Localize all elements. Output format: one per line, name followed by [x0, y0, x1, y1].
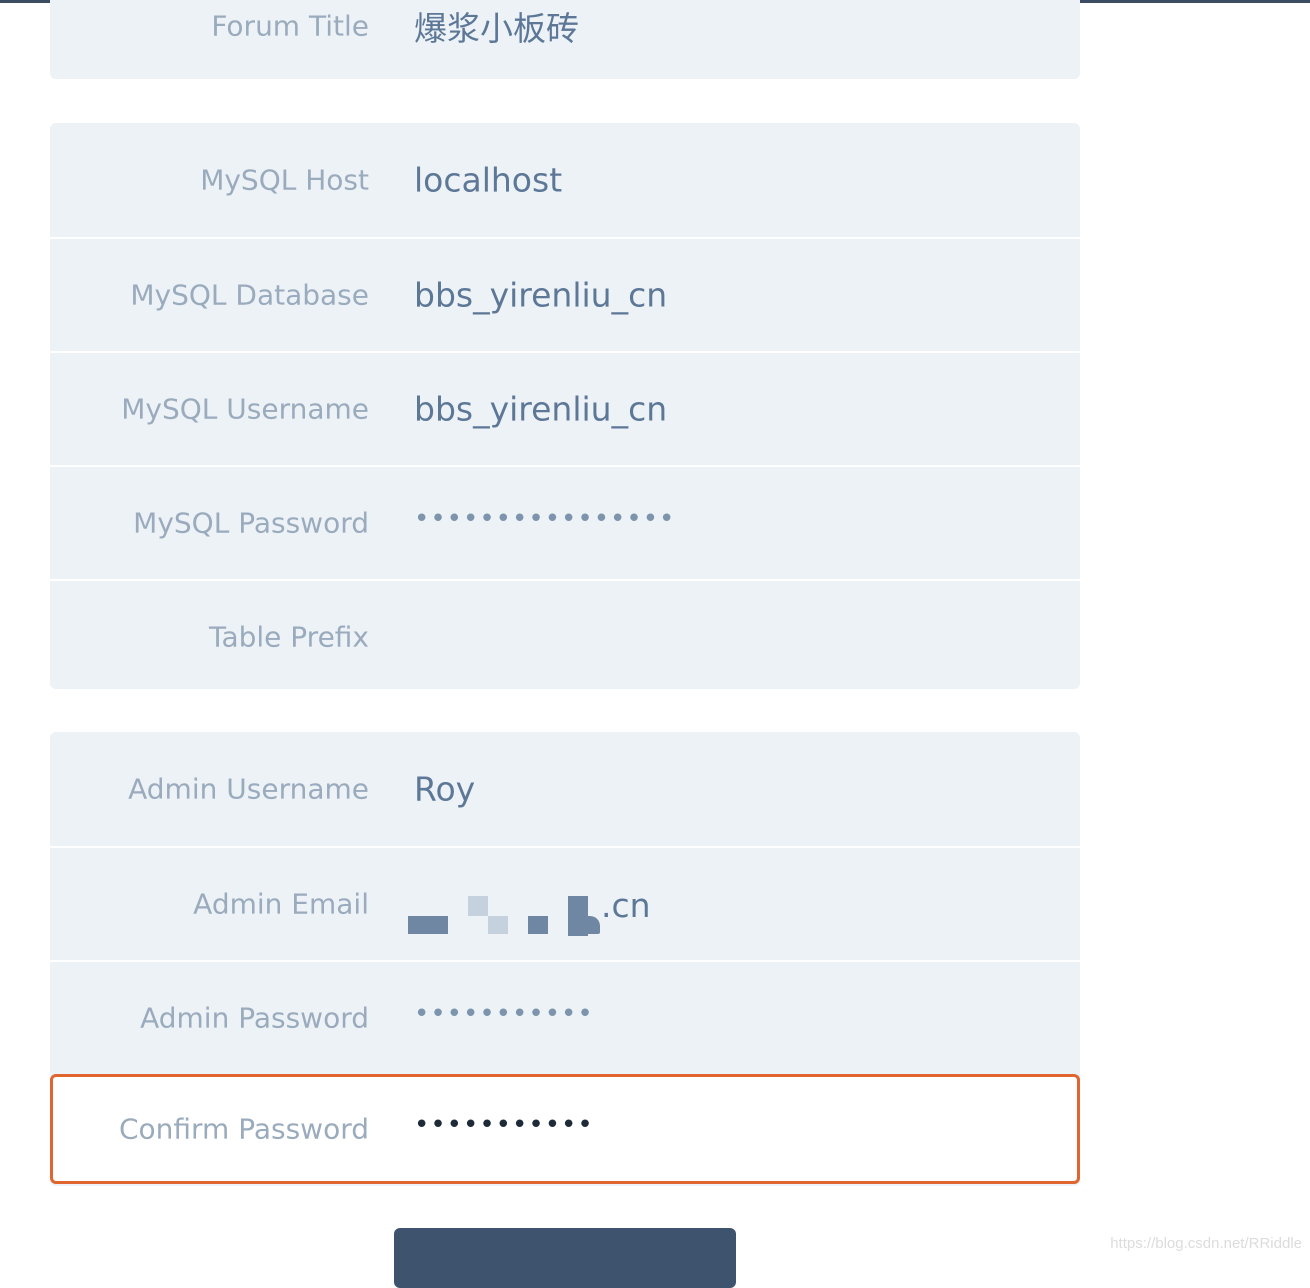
table-prefix-row: Table Prefix — [50, 579, 1080, 693]
mysql-section: MySQL Host localhost MySQL Database bbs_… — [50, 123, 1080, 689]
redaction-block — [588, 916, 600, 934]
mysql-username-row: MySQL Username bbs_yirenliu_cn — [50, 351, 1080, 465]
mysql-username-label: MySQL Username — [121, 392, 369, 426]
mysql-password-input[interactable]: •••••••••••••••• — [414, 504, 675, 534]
redaction-block — [528, 916, 548, 934]
admin-password-row: Admin Password ••••••••••• — [50, 960, 1080, 1074]
confirm-password-input[interactable]: ••••••••••• — [414, 1110, 594, 1140]
mysql-host-label: MySQL Host — [200, 163, 369, 197]
mysql-database-row: MySQL Database bbs_yirenliu_cn — [50, 237, 1080, 351]
confirm-password-row: Confirm Password ••••••••••• — [50, 1074, 1080, 1184]
forum-title-row: Forum Title 爆浆小板砖 — [50, 0, 1080, 79]
redaction-block — [488, 916, 508, 934]
forum-section: Forum Title 爆浆小板砖 — [50, 0, 1080, 79]
mysql-password-row: MySQL Password •••••••••••••••• — [50, 465, 1080, 579]
confirm-password-label: Confirm Password — [118, 1112, 369, 1146]
admin-email-input[interactable]: .cn — [407, 884, 667, 936]
redaction-block — [568, 896, 588, 936]
redaction-block — [408, 916, 448, 934]
install-button[interactable] — [394, 1228, 736, 1288]
admin-password-label: Admin Password — [140, 1001, 369, 1035]
admin-username-label: Admin Username — [128, 772, 369, 806]
admin-username-row: Admin Username Roy — [50, 732, 1080, 846]
mysql-database-label: MySQL Database — [130, 278, 369, 312]
watermark: https://blog.csdn.net/RRiddle — [1110, 1235, 1302, 1252]
mysql-host-input[interactable]: localhost — [414, 161, 562, 200]
table-prefix-label: Table Prefix — [208, 620, 369, 654]
admin-section: Admin Username Roy Admin Email .cn Admin… — [50, 732, 1080, 1186]
redaction-block — [468, 896, 488, 916]
admin-email-suffix: .cn — [601, 886, 651, 925]
admin-email-label: Admin Email — [193, 887, 369, 921]
admin-password-input[interactable]: ••••••••••• — [414, 999, 594, 1029]
mysql-username-input[interactable]: bbs_yirenliu_cn — [414, 390, 667, 429]
mysql-database-input[interactable]: bbs_yirenliu_cn — [414, 276, 667, 315]
forum-title-label: Forum Title — [211, 9, 369, 43]
forum-title-input[interactable]: 爆浆小板砖 — [414, 2, 579, 50]
mysql-password-label: MySQL Password — [133, 506, 369, 540]
admin-username-input[interactable]: Roy — [414, 770, 475, 809]
mysql-host-row: MySQL Host localhost — [50, 123, 1080, 237]
admin-email-row: Admin Email .cn — [50, 846, 1080, 960]
